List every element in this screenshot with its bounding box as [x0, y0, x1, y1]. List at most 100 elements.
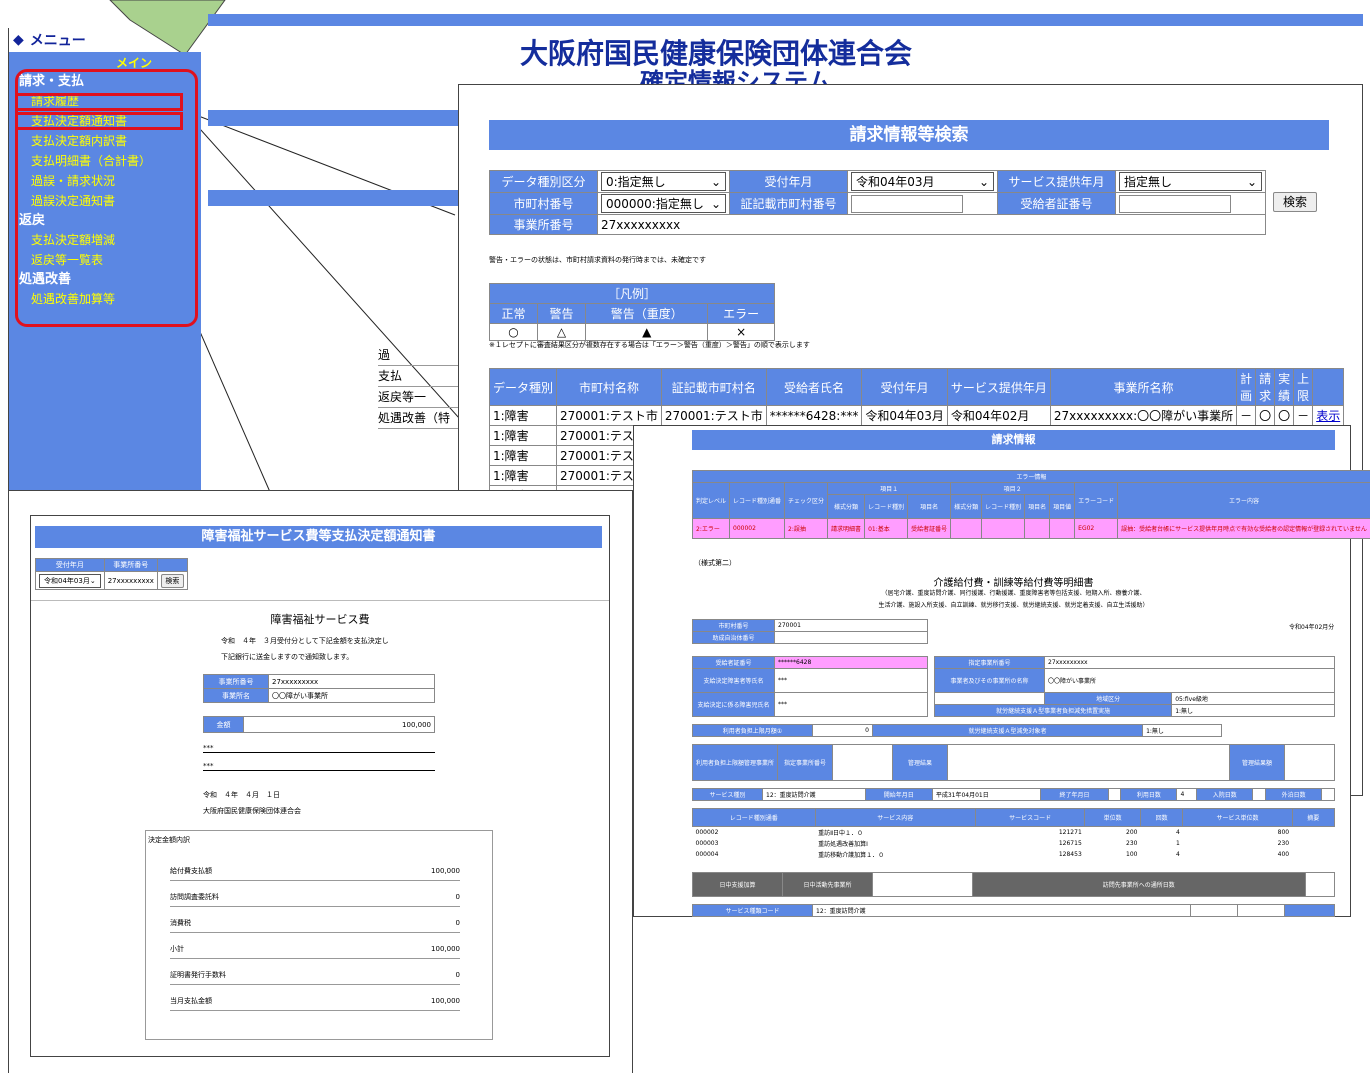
results-cell: 〇 [1255, 405, 1276, 426]
menu-title: ◆ メニュー [13, 32, 86, 49]
recipient-cert-label: 受給者証番号 [997, 192, 1116, 215]
results-cell: 1:障害 [488, 405, 558, 426]
error-col: 項目値 [1049, 494, 1076, 519]
office-block: 指定事業所番号 27xxxxxxxxx 事業者及びその事業所の名称 〇〇障がい事業所… [933, 656, 1335, 717]
municipality-no-label: 市町村番号 [489, 192, 598, 215]
svc-header: サービス内容 [814, 808, 977, 827]
search-button[interactable]: 検索 [1273, 192, 1317, 212]
error-col: エラーコード [1074, 482, 1119, 519]
notice-office-no-val: 27xxxxxxxxx [268, 674, 435, 689]
breakdown-label: 当月支払金額 [170, 997, 212, 1005]
main-subtitle: 確定情報システム [640, 67, 832, 86]
svc-header: サービス単位数 [1182, 808, 1293, 827]
results-header: 請求 [1255, 368, 1276, 406]
service-month-select[interactable]: 指定無し ⌄ [1119, 172, 1262, 191]
legend-value: ▲ [585, 323, 709, 341]
data-type-value: 0:指定無し [606, 175, 666, 189]
receipt-month-select[interactable]: 令和04年03月 ⌄ [851, 172, 994, 191]
service-month-label: サービス提供年月 [997, 170, 1116, 193]
svc-code: 12：重度訪問介護 [811, 904, 1192, 917]
days-label: 利用日数 [1120, 788, 1178, 801]
results-cell: 1:障害 [488, 465, 558, 486]
municipality-no-select[interactable]: 000000:指定無し ⌄ [601, 194, 726, 213]
svc-cell: 126715 [1058, 840, 1082, 847]
notice-office-label: 事業所番号 [103, 558, 158, 572]
notice-month-select[interactable]: 令和04年03月 ⌄ [39, 573, 101, 588]
mgmt-block: 利用者負担上限額管理事業所 指定事業所番号 管理結果 管理結果額 [691, 744, 1335, 781]
error-col: 項目名 [907, 494, 952, 519]
show-link[interactable]: 表示 [1312, 405, 1345, 426]
highlight-history [15, 93, 183, 111]
chevron-down-icon: ⌄ [1246, 174, 1257, 189]
cert-label: 受給者証番号 [692, 656, 775, 669]
mgmt-label: 利用者負担上限額管理事業所 [691, 744, 779, 781]
data-type-select[interactable]: 0:指定無し ⌄ [601, 172, 726, 191]
day-office-label: 日中活動先事業所 [782, 872, 873, 897]
notice-issuer: 大阪府国民健康保険団体連合会 [203, 807, 301, 815]
start-label: 開始年月日 [864, 788, 933, 801]
svc-cell: 4 [1176, 829, 1180, 836]
breakdown-label: 訪問調査委託料 [170, 893, 219, 901]
limit-block: 利用者負担上限月額① 0 就労継続支援Ａ型減免対象者 1:無し [692, 724, 1222, 737]
results-header: サービス提供年月 [946, 368, 1051, 406]
notice-window: 障害福祉サービス費等支払決定額通知書 受付年月 事業所番号 令和04年03月 ⌄ 27… [30, 515, 610, 1057]
mgmt-amount-label: 管理結果額 [1229, 744, 1285, 781]
notice-form: 受付年月 事業所番号 令和04年03月 ⌄ 27xxxxxxxxx 検索 [35, 558, 188, 590]
results-cell: 1:障害 [488, 445, 558, 466]
svc-cell [1292, 838, 1334, 849]
region: 05:five級地 [1171, 692, 1335, 705]
notice-office-name-label: 事業所名 [203, 688, 269, 703]
notice-office-table: 事業所番号 27xxxxxxxxx 事業所名 〇〇障がい事業所 [203, 674, 435, 703]
partial-menu-item: 支払 [378, 366, 458, 387]
results-header: 計画 [1236, 368, 1257, 406]
legend-value: × [707, 323, 775, 341]
error-col: エラー内容 [1117, 482, 1370, 519]
service-table: レコード種別通番 サービス内容 サービスコード 単位数 回数 サービス単位数 摘要 00000… [692, 808, 1336, 860]
notice-amount-label: 金額 [203, 716, 244, 733]
svc-cell: 121271 [1058, 829, 1082, 836]
day-support-block: 日中支援加算 日中活動先事業所 訪問先事業所への通所日数 [692, 872, 1336, 897]
office-no-label: 事業所番号 [489, 214, 598, 235]
results-cell: ******6428:*** [765, 405, 863, 426]
office-count-label: 訪問先事業所への通所日数 [972, 872, 1306, 897]
breakdown-row: 当月支払金額 100,000 [170, 985, 460, 1011]
recipient-cert-input[interactable] [1119, 194, 1231, 213]
results-cell: 27xxxxxxxxx:〇〇障がい事業所 [1049, 405, 1238, 426]
designated-label: 指定事業所番号 [777, 744, 834, 781]
days: 4 [1176, 788, 1198, 801]
svc-cell: 重訪処遇改善加算Ⅰ [818, 841, 868, 848]
employment: 1:無し [1171, 704, 1335, 717]
svc-cell [1292, 849, 1334, 860]
statement-sub1: （居宅介護、重度訪問介護、同行援護、行動援護、重度障害者等包括支援、短期入所、療… [881, 590, 1146, 597]
end-label: 終了年月日 [1040, 788, 1109, 801]
main-bar-2 [208, 110, 468, 126]
notice-amount-table: 金額 100,000 [203, 716, 435, 733]
form-no: （様式第二） [694, 559, 736, 567]
breakdown-row: 給付費支払額 100,000 [170, 855, 460, 881]
highlight-notice [15, 112, 183, 130]
note-2: ※１レセプトに審査結果区分が複数存在する場合は「エラー＞警告（重度）＞警告」の順… [489, 341, 810, 349]
receipt-month-value: 令和04年03月 [856, 175, 935, 189]
notice-search-button[interactable]: 検索 [160, 573, 184, 588]
error-col: 様式分類 [827, 494, 866, 519]
results-cell: － [1236, 405, 1257, 426]
breakdown-value: 100,000 [431, 997, 460, 1005]
partial-menu: 過支払 返戻等一 処遇改善（特 [378, 345, 458, 429]
results-cell: － [1293, 405, 1314, 426]
error-cell: 請求明細書 [827, 518, 866, 539]
claim-title: 請求情報 [692, 430, 1335, 450]
data-type-label: データ種別区分 [489, 170, 598, 193]
error-group: 項目１ [827, 482, 952, 495]
receipt-month-label: 受付年月 [729, 170, 848, 193]
legend-table: ［凡例］ 正常 警告 警告（重度） エラー ○ △ ▲ × [488, 283, 775, 341]
results-header: 証記載市町村名 [660, 368, 767, 406]
cert-municipality-input[interactable] [851, 194, 963, 213]
day-support-label: 日中支援加算 [692, 872, 783, 897]
results-cell: 令和04年03月 [861, 405, 948, 426]
results-cell: 270001:テスト市 [556, 405, 662, 426]
chevron-down-icon: ⌄ [710, 174, 721, 189]
note-1: 警告・エラーの状態は、市町村請求資料の発行時までは、未確定です [489, 256, 706, 264]
payer-label: 支給決定障害者等氏名 [692, 668, 775, 693]
error-col: レコード種別通番 [729, 482, 786, 519]
error-cell: 受給者証番号 [907, 518, 952, 539]
